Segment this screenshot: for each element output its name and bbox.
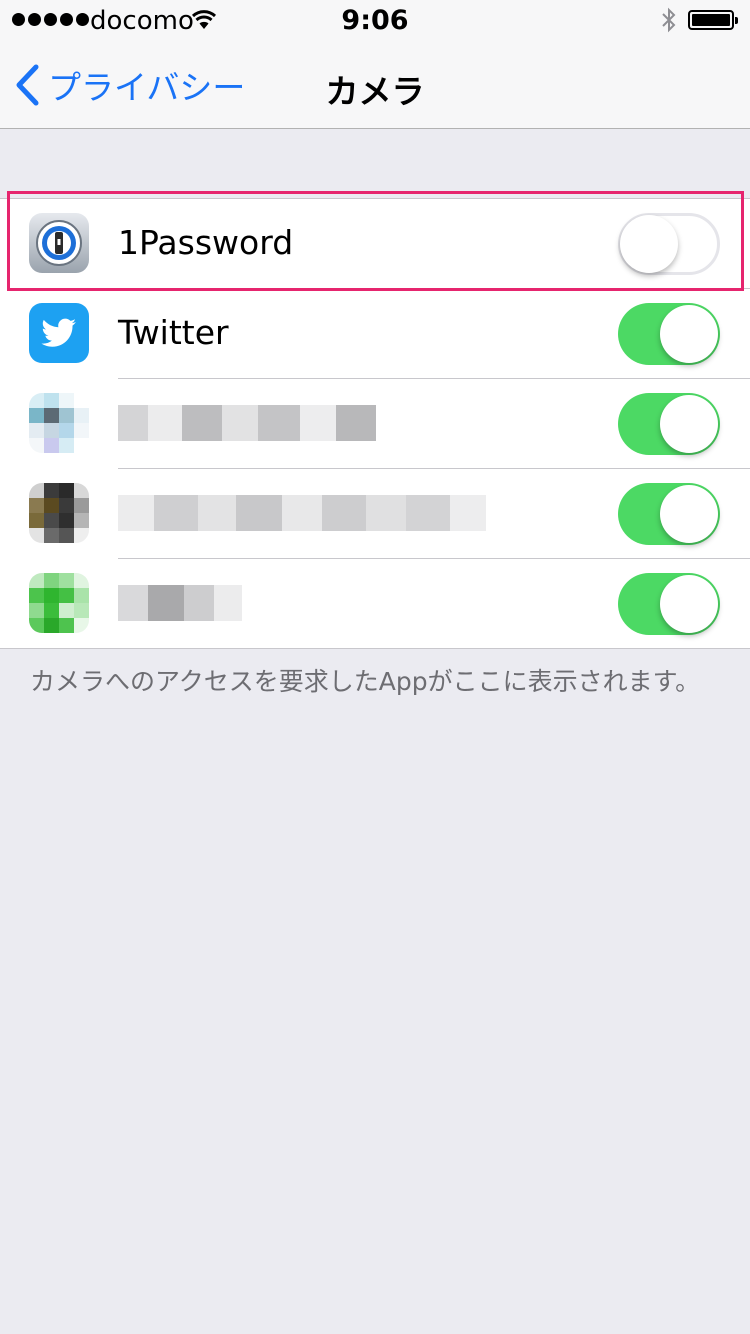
- list-item-twitter: Twitter: [29, 289, 750, 379]
- navigation-bar: プライバシー カメラ: [0, 40, 750, 129]
- list-item-blurred-app: [29, 469, 750, 559]
- app-name: Twitter: [118, 313, 229, 352]
- blurred-app-name: [118, 495, 486, 531]
- camera-toggle-app-4[interactable]: [618, 483, 720, 545]
- camera-toggle-twitter[interactable]: [618, 303, 720, 365]
- battery-icon: [688, 10, 738, 30]
- list-item-blurred-app: [29, 379, 750, 469]
- blurred-app-icon: [29, 393, 89, 453]
- page-title: カメラ: [325, 72, 425, 111]
- camera-toggle-app-5[interactable]: [618, 573, 720, 635]
- blurred-app-name: [118, 585, 242, 621]
- camera-toggle-1password[interactable]: [618, 213, 720, 275]
- blurred-app-icon: [29, 483, 89, 543]
- status-bar: docomo 9:06: [0, 0, 750, 40]
- camera-access-list: 1Password Twitter: [0, 198, 750, 649]
- 1password-icon: [29, 213, 89, 273]
- blurred-app-name: [118, 405, 376, 441]
- app-name: 1Password: [118, 223, 294, 262]
- blurred-app-icon: [29, 573, 89, 633]
- bluetooth-icon: [660, 7, 678, 37]
- status-time: 9:06: [341, 5, 409, 36]
- twitter-icon: [29, 303, 89, 363]
- camera-toggle-app-3[interactable]: [618, 393, 720, 455]
- list-item-blurred-app: [29, 559, 750, 648]
- list-item-1password: 1Password: [29, 199, 750, 289]
- footer-note: カメラへのアクセスを要求したAppがここに表示されます。: [30, 667, 701, 696]
